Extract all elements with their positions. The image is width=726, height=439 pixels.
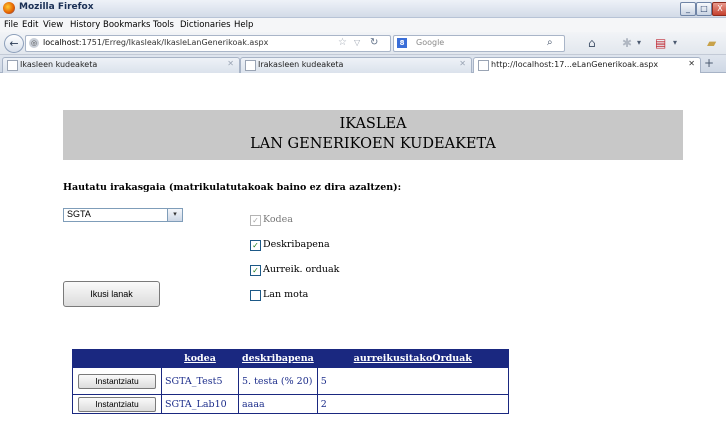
- search-box[interactable]: 8 Google ⌕: [393, 35, 565, 52]
- subject-prompt: Hautatu irakasgaia (matrikulatutakoak ba…: [63, 182, 402, 193]
- addon-icon[interactable]: ✱: [622, 36, 632, 50]
- page-icon: [478, 60, 489, 71]
- orduak-cell: 5: [316, 367, 509, 395]
- url-dropdown-icon[interactable]: ▽: [354, 38, 360, 47]
- new-tab-icon[interactable]: +: [704, 56, 714, 70]
- download-icon[interactable]: ▤: [655, 36, 666, 50]
- tab-irakasleen-kudeaketa[interactable]: Irakasleen kudeaketa ✕: [240, 57, 472, 73]
- checkbox-label: Kodea: [263, 214, 293, 225]
- menu-dictionaries[interactable]: Dictionaries: [180, 20, 231, 30]
- page-subtitle: LAN GENERIKOEN KUDEAKETA: [250, 136, 496, 152]
- window-title: Mozilla Firefox: [19, 2, 94, 12]
- minimize-button[interactable]: _: [680, 2, 696, 16]
- action-cell: Instantziatu: [72, 394, 162, 414]
- page-title: IKASLEA: [339, 116, 407, 132]
- checkbox-label: Deskribapena: [263, 239, 330, 250]
- menu-view[interactable]: View: [43, 20, 63, 30]
- navigation-bar: ← ◎ localhost:1751/Erreg/Ikasleak/Ikasle…: [0, 32, 726, 55]
- deskribapena-checkbox[interactable]: ✓: [250, 240, 261, 251]
- subject-selected-value: SGTA: [67, 209, 91, 219]
- menu-edit[interactable]: Edit: [22, 20, 38, 30]
- table-header-row: kodea deskribapena aurreikusitakoOrduak: [72, 349, 509, 368]
- reload-icon[interactable]: ↻: [370, 37, 378, 48]
- page-header: IKASLEA LAN GENERIKOEN KUDEAKETA: [63, 110, 683, 160]
- menu-bar: File Edit View History Bookmarks Tools D…: [0, 18, 726, 32]
- menu-help[interactable]: Help: [234, 20, 253, 30]
- menu-bookmarks[interactable]: Bookmarks: [103, 20, 151, 30]
- column-header-orduak[interactable]: aurreikusitakoOrduak: [316, 349, 509, 368]
- kodea-cell: SGTA_Test5: [161, 367, 239, 395]
- close-window-button[interactable]: X: [712, 2, 726, 16]
- tasks-table: kodea deskribapena aurreikusitakoOrduak …: [72, 349, 509, 414]
- home-icon[interactable]: ⌂: [588, 36, 596, 50]
- firefox-logo-icon: [3, 2, 15, 14]
- tab-bar: Ikasleen kudeaketa ✕ Irakasleen kudeaket…: [0, 55, 726, 73]
- page-icon: [245, 60, 256, 71]
- column-header-action: [72, 349, 162, 368]
- deskribapena-cell: aaaa: [238, 394, 318, 414]
- kodea-cell: SGTA_Lab10: [161, 394, 239, 414]
- chevron-down-icon[interactable]: ▾: [167, 209, 182, 221]
- site-identity-icon[interactable]: ◎: [29, 38, 39, 48]
- tab-label: Ikasleen kudeaketa: [20, 60, 98, 69]
- url-text: localhost:1751/Erreg/Ikasleak/IkasleLanG…: [43, 38, 269, 47]
- deskribapena-cell: 5. testa (% 20): [238, 367, 318, 395]
- close-tab-icon[interactable]: ✕: [459, 59, 466, 68]
- menu-tools[interactable]: Tools: [153, 20, 174, 30]
- url-bar[interactable]: ◎ localhost:1751/Erreg/Ikasleak/IkasleLa…: [25, 35, 391, 52]
- checkbox-label: Aurreik. orduak: [263, 264, 340, 275]
- kodea-checkbox: ✓: [250, 215, 261, 226]
- column-header-kodea[interactable]: kodea: [161, 349, 239, 368]
- tab-label: http://localhost:17...eLanGenerikoak.asp…: [491, 60, 659, 69]
- search-placeholder: Google: [416, 38, 445, 47]
- page-icon: [7, 60, 18, 71]
- tab-lan-generikoak[interactable]: http://localhost:17...eLanGenerikoak.asp…: [473, 57, 701, 73]
- addon-dropdown-icon[interactable]: ▾: [637, 38, 641, 47]
- table-row: Instantziatu SGTA_Lab10 aaaa 2: [72, 394, 509, 414]
- close-tab-icon[interactable]: ✕: [688, 59, 695, 68]
- back-button[interactable]: ←: [4, 34, 24, 53]
- back-arrow-icon: ←: [9, 37, 19, 50]
- search-engine-icon[interactable]: 8: [397, 38, 407, 48]
- table-row: Instantziatu SGTA_Test5 5. testa (% 20) …: [72, 367, 509, 395]
- window-title-bar: Mozilla Firefox _ □ X: [0, 0, 726, 18]
- tab-label: Irakasleen kudeaketa: [258, 60, 344, 69]
- column-header-deskribapena[interactable]: deskribapena: [238, 349, 318, 368]
- tab-ikasleen-kudeaketa[interactable]: Ikasleen kudeaketa ✕: [2, 57, 240, 73]
- instantiate-button[interactable]: Instantziatu: [78, 373, 156, 389]
- menu-file[interactable]: File: [4, 20, 18, 30]
- search-icon[interactable]: ⌕: [547, 37, 553, 48]
- instantiate-button[interactable]: Instantziatu: [78, 396, 156, 412]
- orduak-cell: 2: [316, 394, 509, 414]
- lan-mota-checkbox[interactable]: [250, 290, 261, 301]
- download-dropdown-icon[interactable]: ▾: [673, 38, 677, 47]
- show-tasks-button[interactable]: Ikusi lanak: [63, 281, 160, 307]
- maximize-button[interactable]: □: [696, 2, 712, 16]
- action-cell: Instantziatu: [72, 367, 162, 395]
- bookmark-star-icon[interactable]: ☆: [338, 37, 347, 48]
- menu-history[interactable]: History: [70, 20, 100, 30]
- checkbox-label: Lan mota: [263, 289, 309, 300]
- subject-select[interactable]: SGTA ▾: [63, 208, 183, 222]
- aurreik-orduak-checkbox[interactable]: ✓: [250, 265, 261, 276]
- close-tab-icon[interactable]: ✕: [227, 59, 234, 68]
- bookmarks-icon[interactable]: ▰: [707, 36, 716, 50]
